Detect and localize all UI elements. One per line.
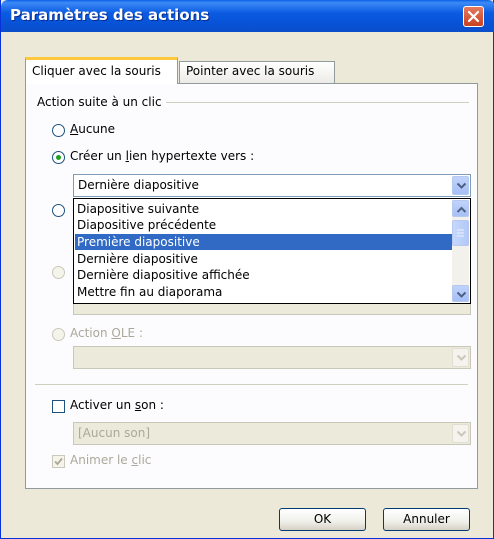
sound-checkbox-label[interactable]: Activer un son :	[70, 398, 164, 412]
radio-run-macro	[52, 266, 65, 279]
tab-hover[interactable]: Pointer avec la souris	[179, 61, 335, 83]
hyperlink-dropdown-list[interactable]: Diapositive suivante Diapositive précéde…	[73, 198, 471, 304]
close-button[interactable]	[463, 6, 484, 27]
radio-none-label[interactable]: Aucune	[70, 122, 115, 136]
title-bar[interactable]: Paramètres des actions	[1, 0, 494, 32]
combo-dropdown-button	[452, 424, 469, 443]
section-divider	[35, 384, 468, 385]
dropdown-item[interactable]: Mettre fin au diaporama	[75, 284, 452, 300]
scroll-thumb[interactable]	[452, 220, 469, 246]
dropdown-scrollbar[interactable]	[452, 200, 469, 302]
radio-ole	[52, 328, 65, 341]
radio-ole-label: Action OLE :	[70, 326, 143, 340]
window-title: Paramètres des actions	[10, 6, 210, 24]
dropdown-item-selected[interactable]: Première diapositive	[75, 234, 452, 250]
tab-click-label: Cliquer avec la souris	[32, 64, 161, 78]
tab-click[interactable]: Cliquer avec la souris	[25, 57, 178, 84]
ole-combo	[73, 346, 471, 369]
combo-dropdown-button	[452, 348, 469, 367]
dropdown-item[interactable]: Diapositive précédente	[75, 217, 452, 233]
hyperlink-target-value: Dernière diapositive	[78, 178, 199, 192]
scroll-up-button[interactable]	[452, 200, 469, 217]
animate-checkbox-label: Animer le clic	[70, 453, 152, 467]
radio-run-program[interactable]	[52, 204, 65, 217]
ok-button[interactable]: OK	[279, 508, 366, 531]
sound-combo: [Aucun son]	[73, 422, 471, 445]
animate-checkbox	[52, 455, 65, 468]
scroll-down-button[interactable]	[452, 285, 469, 302]
hyperlink-target-combo[interactable]: Dernière diapositive	[73, 174, 471, 197]
cancel-button[interactable]: Annuler	[383, 508, 470, 531]
group-label: Action suite à un clic	[37, 95, 166, 109]
radio-none[interactable]	[52, 124, 65, 137]
dropdown-item[interactable]: Dernière diapositive affichée	[75, 267, 452, 283]
radio-selected-dot	[56, 155, 61, 160]
dropdown-item[interactable]: Dernière diapositive	[75, 251, 452, 267]
sound-checkbox[interactable]	[52, 400, 65, 413]
combo-dropdown-button[interactable]	[452, 176, 469, 195]
radio-hyperlink[interactable]	[52, 151, 65, 164]
tab-hover-label: Pointer avec la souris	[186, 64, 315, 78]
radio-hyperlink-label[interactable]: Créer un lien hypertexte vers :	[70, 149, 254, 163]
dropdown-item[interactable]: Diapositive suivante	[75, 201, 452, 217]
dialog-window: Paramètres des actions Cliquer avec la s…	[0, 0, 494, 539]
sound-combo-value: [Aucun son]	[78, 426, 150, 440]
